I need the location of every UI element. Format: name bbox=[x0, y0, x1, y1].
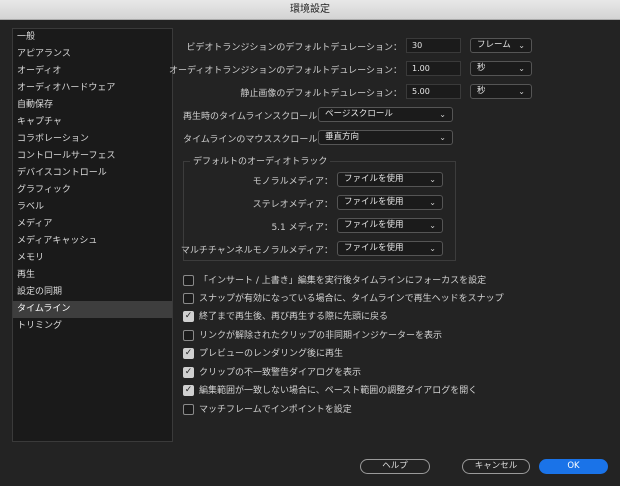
checkbox[interactable] bbox=[183, 275, 194, 286]
chevron-down-icon: ⌄ bbox=[518, 64, 525, 73]
still-image-unit-select[interactable]: 秒 ⌄ bbox=[470, 84, 532, 99]
chevron-down-icon: ⌄ bbox=[439, 133, 446, 142]
still-image-duration-input[interactable]: 5.00 bbox=[406, 84, 461, 99]
sidebar-item-media[interactable]: メディア bbox=[13, 216, 172, 233]
chevron-down-icon: ⌄ bbox=[429, 221, 436, 230]
surround-media-select[interactable]: ファイルを使用 ⌄ bbox=[337, 218, 443, 233]
chevron-down-icon: ⌄ bbox=[518, 41, 525, 50]
mouse-scroll-value: 垂直方向 bbox=[325, 132, 360, 142]
video-transition-duration-input[interactable]: 30 bbox=[406, 38, 461, 53]
video-transition-unit-select[interactable]: フレーム ⌄ bbox=[470, 38, 532, 53]
sidebar-item-sync-settings[interactable]: 設定の同期 bbox=[13, 284, 172, 301]
sidebar-item-device-control[interactable]: デバイスコントロール bbox=[13, 165, 172, 182]
sidebar-item-collaboration[interactable]: コラボレーション bbox=[13, 131, 172, 148]
checkbox[interactable] bbox=[183, 330, 194, 341]
default-audio-tracks-title: デフォルトのオーディオトラック bbox=[190, 154, 331, 167]
sidebar-item-audio-hardware[interactable]: オーディオハードウェア bbox=[13, 80, 172, 97]
audio-transition-unit-value: 秒 bbox=[477, 63, 486, 73]
cancel-button[interactable]: キャンセル bbox=[462, 459, 530, 474]
check-icon[interactable]: ✓ bbox=[183, 367, 194, 378]
chevron-down-icon: ⌄ bbox=[439, 110, 446, 119]
checkbox[interactable] bbox=[183, 404, 194, 415]
sidebar-item-graphics[interactable]: グラフィック bbox=[13, 182, 172, 199]
checkbox[interactable] bbox=[183, 293, 194, 304]
multichannel-mono-media-label: マルチチャンネルモノラルメディア： bbox=[180, 246, 333, 256]
playback-scroll-select[interactable]: ページスクロール ⌄ bbox=[318, 107, 453, 122]
sidebar-item-labels[interactable]: ラベル bbox=[13, 199, 172, 216]
sidebar-item-capture[interactable]: キャプチャ bbox=[13, 114, 172, 131]
stereo-media-label: ステレオメディア： bbox=[252, 200, 333, 210]
mouse-scroll-select[interactable]: 垂直方向 ⌄ bbox=[318, 130, 453, 145]
stereo-media-value: ファイルを使用 bbox=[344, 197, 404, 207]
preferences-sidebar: 一般 アピアランス オーディオ オーディオハードウェア 自動保存 キャプチャ コ… bbox=[12, 28, 173, 442]
sidebar-item-control-surface[interactable]: コントロールサーフェス bbox=[13, 148, 172, 165]
chevron-down-icon: ⌄ bbox=[518, 87, 525, 96]
still-image-duration-label: 静止画像のデフォルトデュレーション： bbox=[240, 89, 402, 99]
sidebar-item-general[interactable]: 一般 bbox=[13, 29, 172, 46]
sidebar-item-audio[interactable]: オーディオ bbox=[13, 63, 172, 80]
sidebar-item-playback[interactable]: 再生 bbox=[13, 267, 172, 284]
sidebar-item-timeline[interactable]: タイムライン bbox=[13, 301, 172, 318]
multichannel-mono-media-select[interactable]: ファイルを使用 ⌄ bbox=[337, 241, 443, 256]
sidebar-item-appearance[interactable]: アピアランス bbox=[13, 46, 172, 63]
still-image-unit-value: 秒 bbox=[477, 86, 486, 96]
video-transition-unit-value: フレーム bbox=[477, 40, 511, 50]
sidebar-item-media-cache[interactable]: メディアキャッシュ bbox=[13, 233, 172, 250]
chevron-down-icon: ⌄ bbox=[429, 175, 436, 184]
audio-transition-unit-select[interactable]: 秒 ⌄ bbox=[470, 61, 532, 76]
playback-scroll-label: 再生時のタイムラインスクロール： bbox=[183, 112, 327, 122]
check-icon[interactable]: ✓ bbox=[183, 311, 194, 322]
mouse-scroll-label: タイムラインのマウススクロール： bbox=[183, 135, 327, 145]
chevron-down-icon: ⌄ bbox=[429, 198, 436, 207]
surround-media-value: ファイルを使用 bbox=[344, 220, 404, 230]
sidebar-item-memory[interactable]: メモリ bbox=[13, 250, 172, 267]
audio-transition-duration-input[interactable]: 1.00 bbox=[406, 61, 461, 76]
check-icon[interactable]: ✓ bbox=[183, 348, 194, 359]
window-title: 環境設定 bbox=[0, 0, 620, 20]
sidebar-item-auto-save[interactable]: 自動保存 bbox=[13, 97, 172, 114]
mono-media-value: ファイルを使用 bbox=[344, 174, 404, 184]
chevron-down-icon: ⌄ bbox=[429, 244, 436, 253]
mono-media-select[interactable]: ファイルを使用 ⌄ bbox=[337, 172, 443, 187]
check-icon[interactable]: ✓ bbox=[183, 385, 194, 396]
playback-scroll-value: ページスクロール bbox=[325, 109, 393, 119]
stereo-media-select[interactable]: ファイルを使用 ⌄ bbox=[337, 195, 443, 210]
audio-transition-duration-label: オーディオトランジションのデフォルトデュレーション： bbox=[168, 66, 402, 76]
ok-button[interactable]: OK bbox=[539, 459, 608, 474]
video-transition-duration-label: ビデオトランジションのデフォルトデュレーション： bbox=[186, 43, 402, 53]
surround-media-label: 5.1 メディア： bbox=[271, 223, 333, 233]
help-button[interactable]: ヘルプ bbox=[360, 459, 430, 474]
mono-media-label: モノラルメディア： bbox=[252, 177, 333, 187]
multichannel-mono-media-value: ファイルを使用 bbox=[344, 243, 404, 253]
sidebar-item-trimming[interactable]: トリミング bbox=[13, 318, 172, 335]
